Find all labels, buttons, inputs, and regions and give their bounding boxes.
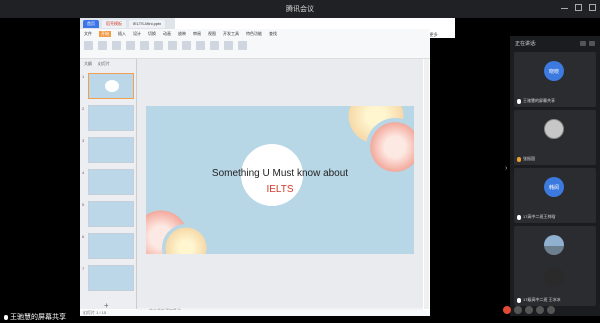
shape-icon[interactable] — [224, 41, 233, 50]
participants-panel: 正在讲话: 晓晓 王驰慧的屏幕共享 张振国 韩阅 17高中二班王梓晗 昆仑 17… — [510, 36, 600, 316]
menu-bar: 文件 开始 插入 设计 切换 动画 放映 审阅 视图 开发工具 特色功能 查找 — [80, 29, 430, 39]
close-icon[interactable] — [589, 4, 596, 11]
speaking-label: 正在讲话: — [515, 40, 537, 47]
participant-name: 王驰慧的屏幕共享 — [517, 98, 555, 104]
menu-transition[interactable]: 切换 — [148, 31, 156, 37]
participant-tile[interactable]: 17级高中二班 王冰冰 — [514, 258, 596, 306]
window-title: 腾讯会议 — [286, 6, 314, 13]
tab-home[interactable]: 首页 — [83, 19, 99, 28]
bold-icon[interactable] — [168, 41, 177, 50]
grid-view-icon[interactable] — [580, 40, 586, 46]
avatar: 晓晓 — [544, 61, 564, 81]
vertical-scrollbar[interactable] — [424, 59, 429, 309]
slide-thumb-5[interactable]: 5 — [82, 201, 134, 227]
new-slide-icon[interactable] — [126, 41, 135, 50]
mic-icon — [517, 98, 521, 104]
participant-tile[interactable]: 晓晓 王驰慧的屏幕共享 — [514, 52, 596, 107]
menu-features[interactable]: 特色功能 — [246, 31, 262, 37]
paste-icon[interactable] — [84, 41, 93, 50]
participant-tile[interactable]: 张振国 — [514, 110, 596, 165]
layout-icon[interactable] — [140, 41, 149, 50]
font-icon[interactable] — [154, 41, 163, 50]
menu-insert[interactable]: 插入 — [118, 31, 126, 37]
menu-search[interactable]: 查找 — [269, 31, 277, 37]
collapse-panel-icon[interactable]: › — [505, 165, 507, 172]
status-bar: 幻灯片 1 / 15 — [80, 310, 430, 316]
textbox-icon[interactable] — [210, 41, 219, 50]
mic-icon — [517, 156, 521, 162]
window-controls — [561, 4, 596, 11]
slide-thumbnails: 大纲 幻灯片 1 2 3 4 5 6 7 + — [80, 59, 137, 310]
sharer-label: 王驰慧的屏幕共享 — [4, 312, 66, 322]
cut-icon[interactable] — [98, 41, 107, 50]
participant-name: 张振国 — [517, 156, 535, 162]
avatar — [544, 235, 564, 255]
tab-document[interactable]: IELTS-Mini.pptx — [129, 19, 166, 28]
slide-canvas: Something U Must know about IELTS — [137, 59, 423, 309]
thumb-tabs: 大纲 幻灯片 — [80, 59, 136, 69]
participant-name-text: 张振国 — [523, 156, 535, 161]
slide-title: Something U Must know about — [211, 168, 349, 179]
slide-thumb-2[interactable]: 2 — [82, 105, 134, 131]
menu-home[interactable]: 开始 — [99, 31, 111, 37]
tab-docer[interactable]: 稻壳模板 — [102, 19, 126, 28]
menu-file[interactable]: 文件 — [84, 31, 92, 37]
italic-icon[interactable] — [182, 41, 191, 50]
view-switch — [580, 40, 595, 46]
current-slide[interactable]: Something U Must know about IELTS — [146, 106, 414, 254]
tab-slides[interactable]: 幻灯片 — [98, 61, 110, 67]
participant-name-text: 王驰慧的屏幕共享 — [523, 98, 555, 103]
title-bar: 腾讯会议 — [0, 0, 600, 18]
input-method-icon[interactable] — [547, 306, 555, 314]
panel-header: 正在讲话: — [510, 36, 600, 50]
mic-icon — [517, 297, 521, 303]
slide-thumb-4[interactable]: 4 — [82, 169, 134, 195]
system-tray — [503, 304, 600, 316]
participant-tile[interactable]: 韩阅 17高中二班王梓晗 — [514, 168, 596, 223]
menu-developer[interactable]: 开发工具 — [223, 31, 239, 37]
ribbon-icons — [80, 39, 430, 52]
volume-icon[interactable] — [536, 306, 544, 314]
participant-name-text: 17高中二班王梓晗 — [523, 214, 556, 219]
align-icon[interactable] — [196, 41, 205, 50]
sogou-icon[interactable] — [503, 306, 511, 314]
maximize-icon[interactable] — [575, 4, 582, 11]
list-view-icon[interactable] — [589, 40, 595, 46]
network-icon[interactable] — [525, 306, 533, 314]
slide-subtitle: IELTS — [266, 184, 294, 195]
menu-animation[interactable]: 动画 — [163, 31, 171, 37]
slide-thumb-1[interactable]: 1 — [82, 73, 134, 99]
menu-review[interactable]: 审阅 — [193, 31, 201, 37]
mic-icon — [4, 314, 8, 320]
avatar — [544, 119, 564, 139]
mic-icon — [517, 214, 521, 220]
sharer-name: 王驰慧的屏幕共享 — [10, 314, 66, 321]
slide-thumb-7[interactable]: 7 — [82, 265, 134, 291]
menu-slideshow[interactable]: 放映 — [178, 31, 186, 37]
participant-name: 17级高中二班 王冰冰 — [517, 297, 561, 303]
format-painter-icon[interactable] — [112, 41, 121, 50]
slide-thumb-6[interactable]: 6 — [82, 233, 134, 259]
arrange-icon[interactable] — [238, 41, 247, 50]
more-button[interactable]: 更多 — [430, 32, 438, 38]
meeting-window: 腾讯会议 首页 稻壳模板 IELTS-Mini.pptx 静音 开启视频 共享屏… — [0, 0, 600, 323]
participant-name: 17高中二班王梓晗 — [517, 214, 555, 220]
participant-name-text: 17级高中二班 王冰冰 — [523, 297, 561, 302]
tab-outline[interactable]: 大纲 — [84, 61, 92, 67]
slide-thumb-3[interactable]: 3 — [82, 137, 134, 163]
avatar: 韩阅 — [544, 177, 564, 197]
mic-tray-icon[interactable] — [514, 306, 522, 314]
menu-design[interactable]: 设计 — [133, 31, 141, 37]
avatar — [544, 267, 564, 287]
menu-view[interactable]: 视图 — [208, 31, 216, 37]
shared-screen: 首页 稻壳模板 IELTS-Mini.pptx 静音 开启视频 共享屏幕 管理成… — [80, 18, 455, 316]
add-slide-button[interactable]: + — [104, 301, 109, 310]
minimize-icon[interactable] — [561, 4, 568, 9]
ribbon: 文件 开始 插入 设计 切换 动画 放映 审阅 视图 开发工具 特色功能 查找 — [80, 29, 430, 59]
